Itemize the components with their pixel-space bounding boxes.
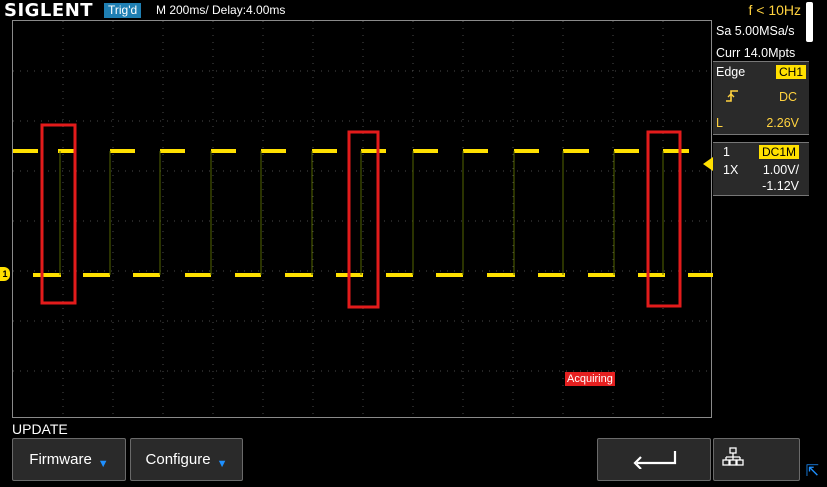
waveform-grid[interactable] xyxy=(12,20,713,419)
configure-label: Configure xyxy=(145,451,211,468)
frequency-readout: f < 10Hz xyxy=(748,2,801,18)
top-status-bar: SIGLENT Trig'd M 200ms/ Delay:4.00ms f <… xyxy=(0,0,827,42)
acquiring-label: Acquiring xyxy=(565,372,615,386)
trigger-status-badge: Trig'd xyxy=(104,3,142,18)
sample-rate: Sa 5.00MSa/s xyxy=(716,24,795,38)
return-arrow-icon xyxy=(631,447,677,473)
volts-per-div: 1.00V/ xyxy=(762,163,799,177)
trigger-level-value: 2.26V xyxy=(766,116,799,130)
trigger-level-marker[interactable] xyxy=(703,157,713,171)
configure-button[interactable]: Configure ▼ xyxy=(130,438,243,481)
channel-number: 1 xyxy=(723,145,730,159)
network-status-button[interactable] xyxy=(713,438,800,481)
trigger-info-box[interactable]: Edge CH1 DC L 2.26V xyxy=(713,61,809,135)
acquiring-indicator: Acquiring xyxy=(565,370,615,388)
trigger-level-label: L xyxy=(716,116,723,130)
probe-attenuation: 1X xyxy=(723,163,739,177)
channel-offset: -1.12V xyxy=(762,179,799,193)
fullscreen-icon[interactable]: ⇱ xyxy=(806,461,819,481)
waveform-display xyxy=(13,21,713,419)
trigger-source-badge: CH1 xyxy=(775,65,806,79)
chevron-down-icon: ▼ xyxy=(97,457,109,470)
timebase-readout: M 200ms/ Delay:4.00ms xyxy=(156,3,286,17)
back-button[interactable] xyxy=(597,438,711,481)
highlight-box-right xyxy=(646,130,682,308)
channel1-trace xyxy=(13,149,713,277)
channel-coupling-badge: DC1M xyxy=(758,145,799,159)
brand-logo: SIGLENT xyxy=(4,0,94,21)
channel1-info-box[interactable]: 1 DC1M 1X 1.00V/ -1.12V xyxy=(713,142,809,196)
right-info-panel: Sa 5.00MSa/s Curr 14.0Mpts xyxy=(713,20,810,64)
rising-edge-icon xyxy=(725,89,739,103)
trigger-coupling: DC xyxy=(778,90,797,104)
chevron-down-icon: ▼ xyxy=(216,457,228,470)
menu-title: UPDATE xyxy=(12,421,68,437)
trigger-type: Edge xyxy=(716,65,746,79)
firmware-button[interactable]: Firmware ▼ xyxy=(12,438,126,481)
channel1-offset-marker[interactable]: 1 xyxy=(0,267,10,281)
network-icon xyxy=(722,446,744,473)
firmware-label: Firmware xyxy=(29,451,92,468)
